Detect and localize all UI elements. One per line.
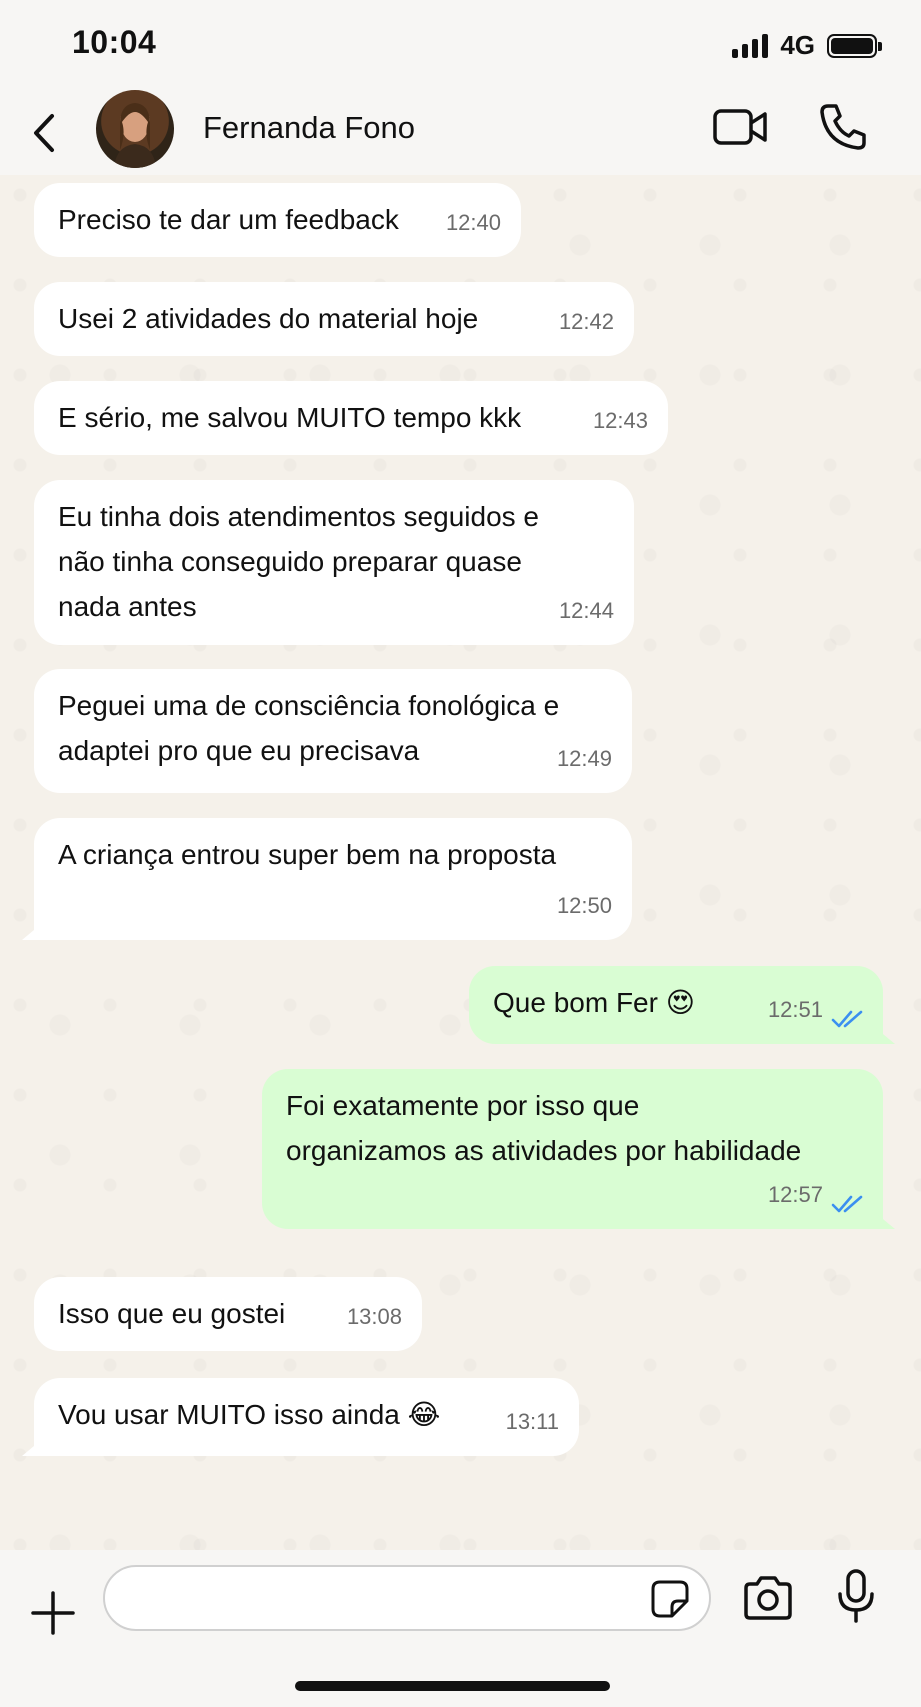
message-time: 12:57 [767, 1182, 823, 1207]
avatar-photo [114, 103, 156, 168]
voice-call-button[interactable] [818, 102, 868, 152]
chevron-left-icon [34, 114, 54, 152]
microphone-button[interactable] [836, 1568, 876, 1624]
message-incoming[interactable]: Isso que eu gostei 13:08 [34, 1277, 422, 1351]
message-time: 13:08 [346, 1304, 402, 1329]
message-time: 12:50 [556, 893, 612, 918]
message-text: Vou usar MUITO isso ainda 😂 [58, 1399, 441, 1430]
phone-icon [820, 104, 866, 150]
chat-header: Fernanda Fono [0, 90, 921, 175]
status-icons: 4G [732, 30, 882, 61]
video-camera-icon [713, 109, 767, 145]
message-time: 12:51 [767, 997, 823, 1022]
message-incoming[interactable]: Preciso te dar um feedback 12:40 [34, 183, 521, 257]
camera-button[interactable] [742, 1576, 794, 1620]
message-text: Peguei uma de consciência fonológica e a… [58, 690, 560, 766]
message-outgoing[interactable]: Que bom Fer 😍 12:51 [469, 966, 895, 1044]
plus-icon [31, 1591, 75, 1635]
network-label: 4G [780, 30, 815, 60]
message-text: E sério, me salvou MUITO tempo kkk [58, 402, 522, 433]
contact-name[interactable]: Fernanda Fono [203, 110, 415, 146]
message-input[interactable] [103, 1565, 711, 1631]
message-outgoing[interactable]: Foi exatamente por isso que organizamos … [262, 1069, 895, 1229]
message-text: Preciso te dar um feedback [58, 204, 399, 235]
message-time: 12:44 [558, 598, 614, 623]
back-button[interactable] [24, 108, 64, 158]
message-text: Eu tinha dois atendimentos seguidos e nã… [58, 501, 539, 622]
message-incoming[interactable]: Peguei uma de consciência fonológica e a… [34, 669, 632, 793]
avatar[interactable] [96, 90, 174, 168]
status-time: 10:04 [72, 24, 157, 60]
message-text: A criança entrou super bem na proposta [58, 839, 557, 870]
signal-icon [732, 33, 769, 58]
message-time: 12:40 [445, 210, 501, 235]
message-time: 12:43 [592, 408, 648, 433]
message-incoming[interactable]: E sério, me salvou MUITO tempo kkk 12:43 [34, 381, 668, 455]
composer-bar [0, 1550, 921, 1707]
status-bar: 10:04 4G [0, 0, 921, 90]
microphone-icon [838, 1569, 874, 1623]
message-text: Usei 2 atividades do material hoje [58, 303, 479, 334]
home-indicator[interactable] [295, 1681, 610, 1691]
message-incoming[interactable]: A criança entrou super bem na proposta 1… [22, 818, 632, 940]
message-time: 12:49 [556, 746, 612, 771]
sticker-button[interactable] [650, 1579, 690, 1619]
message-incoming[interactable]: Usei 2 atividades do material hoje 12:42 [34, 282, 634, 356]
attach-button[interactable] [30, 1590, 76, 1636]
read-receipt-icon [831, 1195, 863, 1213]
battery-icon [827, 33, 882, 58]
message-time: 13:11 [505, 1409, 559, 1434]
chat-messages[interactable]: Preciso te dar um feedback 12:40 Usei 2 … [0, 175, 921, 1550]
message-incoming[interactable]: Vou usar MUITO isso ainda 😂 13:11 [22, 1378, 579, 1456]
message-incoming[interactable]: Eu tinha dois atendimentos seguidos e nã… [34, 480, 634, 645]
sticker-icon [651, 1580, 689, 1618]
message-text: Foi exatamente por isso que organizamos … [286, 1090, 802, 1166]
video-call-button[interactable] [712, 106, 768, 150]
camera-icon [744, 1576, 792, 1620]
message-time: 12:42 [558, 309, 614, 334]
read-receipt-icon [831, 1010, 863, 1028]
